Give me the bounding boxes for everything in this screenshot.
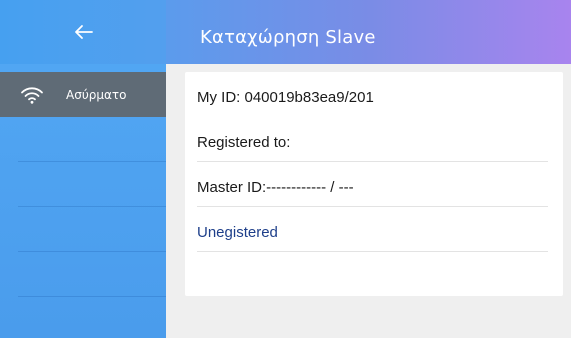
back-button[interactable] (0, 0, 166, 64)
registration-status-text: Unegistered (197, 224, 278, 241)
sidebar-item-wireless[interactable]: Ασύρματο (0, 72, 166, 117)
sidebar-divider (18, 251, 166, 252)
row-divider (197, 251, 548, 252)
page-title: Καταχώρηση Slave (200, 27, 376, 48)
arrow-left-icon (75, 25, 93, 39)
wifi-icon (21, 87, 43, 104)
registered-to-text: Registered to: (197, 134, 291, 151)
registration-screen: Καταχώρηση Slave Ασύρματο My ID: 040019b… (0, 0, 571, 338)
row-divider (197, 161, 548, 162)
registration-info-card: My ID: 040019b83ea9/201 Registered to: M… (185, 72, 563, 296)
header-bar: Καταχώρηση Slave (0, 0, 571, 64)
sidebar-divider (18, 296, 166, 297)
row-divider (197, 206, 548, 207)
master-id-text: Master ID:------------ / --- (197, 179, 354, 196)
sidebar-divider (18, 206, 166, 207)
sidebar-divider (18, 161, 166, 162)
my-id-text: My ID: 040019b83ea9/201 (197, 89, 374, 106)
sidebar: Ασύρματο (0, 64, 166, 338)
sidebar-item-label: Ασύρματο (66, 88, 127, 102)
